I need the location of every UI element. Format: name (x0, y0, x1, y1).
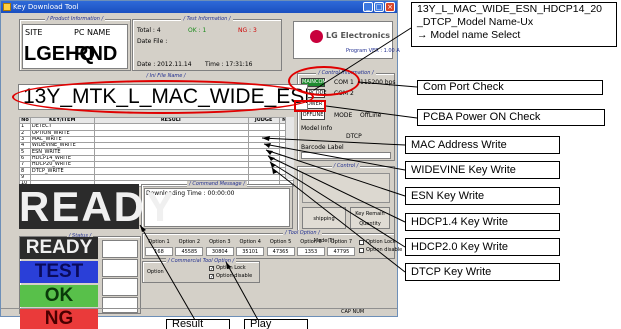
offline-indicator: OFFLINE (301, 111, 325, 120)
total-count: Total : 4 (137, 27, 161, 34)
tool-option-label: Option 4 (239, 239, 261, 245)
commercial-option-disable-checkbox[interactable]: ✓ (209, 274, 214, 280)
tool-options-table: Option 1 168 Option 2 45585 Option 3 30804 Opt… (144, 238, 357, 257)
option-lock-checkbox[interactable] (359, 240, 364, 245)
com-port-highlight (288, 66, 360, 96)
tool-option-value[interactable]: 35101 (236, 247, 265, 256)
annotation-hdcp14: HDCP1.4 Key Write (405, 213, 560, 231)
annotation-result: Result (166, 319, 230, 329)
tool-option-cell[interactable]: Option 7 47795 (326, 238, 356, 257)
maximize-button[interactable]: □ (374, 2, 384, 12)
tool-option-label: Option 6 (300, 239, 322, 245)
status-ng-badge: NG (20, 309, 98, 329)
control-title: / Control / (331, 163, 361, 169)
tool-option-label: Option 5 (269, 239, 292, 245)
cap-num-indicator: CAP NUM (341, 309, 365, 315)
annotation-com-port: Com Port Check (417, 80, 603, 95)
ng-count: NG : 3 (238, 27, 257, 34)
status-test-badge: TEST (20, 261, 98, 283)
tool-option-value[interactable]: 30804 (205, 247, 234, 256)
status-log-2 (102, 259, 138, 277)
tool-option-label: Option 1 (148, 239, 170, 245)
tool-option-title: / Tool Option / (283, 230, 322, 236)
annotation-dtcp: DTCP Key Write (405, 263, 560, 281)
tool-option-label: Option 3 (209, 239, 231, 245)
option-disable-label: Option disable (366, 247, 403, 253)
baud-label: 115200 bps (360, 79, 396, 86)
play-area[interactable] (302, 173, 390, 203)
minimize-button[interactable]: _ (363, 2, 373, 12)
status-ready-badge: READY (20, 237, 98, 259)
col-no: No (19, 116, 31, 125)
close-button[interactable]: × (385, 2, 395, 12)
time-value: Time : 17:31:16 (205, 61, 253, 68)
control-group: / Control / shipping Mode(T) Key Remain … (297, 163, 395, 244)
ready-display: READY (19, 183, 177, 230)
mode-value: OffLine (360, 112, 382, 119)
brand-name: LG Electronics (326, 31, 391, 40)
tool-option-value[interactable]: 45585 (175, 247, 204, 256)
option-lock-label: Option Lock (366, 239, 396, 245)
tool-option-cell[interactable]: Option 1 168 (144, 238, 174, 257)
annotation-esn: ESN Key Write (405, 187, 560, 205)
annotation-hdcp20: HDCP2.0 Key Write (405, 238, 560, 256)
lg-logo-panel: LG Electronics Program VER : 1.00 A (293, 21, 400, 59)
option-disable-checkbox[interactable] (359, 248, 364, 253)
date-file-label: Date File : (137, 38, 168, 45)
annotation-pcba-power: PCBA Power ON Check (417, 109, 605, 126)
test-info-title: / Test Information / (181, 16, 233, 22)
tool-option-label: Option 7 (330, 239, 353, 245)
ok-count: OK : 1 (188, 27, 207, 34)
tool-option-cell[interactable]: Option 3 30804 (205, 238, 235, 257)
commercial-option-title: / Commercial Tool Option / (165, 258, 237, 264)
product-info-title: / Product Information / (44, 16, 106, 22)
dtcp-label: DTCP (346, 133, 362, 140)
model-info-label: Model Info (301, 125, 333, 132)
barcode-input[interactable] (301, 152, 391, 159)
date-value: Date : 2012.11.14 (137, 61, 192, 68)
status-ok-badge: OK (20, 285, 98, 307)
status-log-1 (102, 240, 138, 258)
ini-file-title: / Ini File Name / (144, 73, 188, 79)
pc-name-value: RND (74, 43, 118, 65)
title-bar: Key Download Tool _ □ × (1, 1, 397, 13)
product-info-group: / Product Information / SITE PC NAME LGE… (19, 16, 131, 71)
program-version: Program VER : 1.00 A (346, 48, 400, 54)
tool-option-value[interactable]: 47365 (266, 247, 295, 256)
commercial-option-group: / Commercial Tool Option / Option ✓ Opti… (142, 258, 260, 283)
site-label: SITE (25, 28, 43, 37)
test-info-group: / Test Information / Total : 4 OK : 1 NG… (132, 16, 282, 71)
pc-name-label: PC NAME (74, 28, 111, 37)
annotation-widevine: WIDEVINE Key Write (405, 161, 560, 179)
commercial-option-disable-label: Option disable (216, 273, 253, 279)
power-highlight (294, 100, 326, 112)
tool-option-cell[interactable]: Option 6 1353 (296, 238, 326, 257)
annotation-mac: MAC Address Write (405, 136, 560, 154)
barcode-label-text: Barcode Label (301, 144, 344, 151)
commercial-option-lock-label: Option Lock (216, 265, 246, 271)
table-scrollbar[interactable] (285, 117, 294, 179)
tool-option-cell[interactable]: Option 2 45585 (174, 238, 204, 257)
mode-label: MODE (334, 112, 353, 119)
tool-option-cell[interactable]: Option 4 35101 (235, 238, 265, 257)
annotation-play: Play (244, 319, 308, 329)
tool-option-label: Option 2 (178, 239, 201, 245)
annotation-model-name: 13Y_L_MAC_WIDE_ESN_HDCP14_20 _DTCP_Model… (411, 2, 617, 47)
key-remain-button[interactable]: Key Remain Quantity (350, 207, 390, 229)
app-icon (3, 3, 11, 11)
commercial-option-label: Option (147, 269, 164, 275)
tool-option-cell[interactable]: Option 5 47365 (266, 238, 296, 257)
key-table: No KEY/ITEM RESULT JUDGE NG 1DETECT 2OPT… (19, 116, 295, 188)
shipping-mode-button[interactable]: shipping Mode(T) (302, 207, 346, 244)
tool-option-value[interactable]: 1353 (297, 247, 325, 256)
ini-file-highlight (12, 80, 314, 114)
window-title: Key Download Tool (13, 3, 79, 11)
status-log-3 (102, 278, 138, 296)
tool-option-value[interactable]: 168 (145, 247, 173, 256)
commercial-option-lock-checkbox[interactable]: ✓ (209, 266, 214, 272)
tool-option-value[interactable]: 47795 (327, 247, 356, 256)
command-title: / Command Message / (187, 181, 247, 187)
lg-logo-icon (310, 30, 323, 43)
